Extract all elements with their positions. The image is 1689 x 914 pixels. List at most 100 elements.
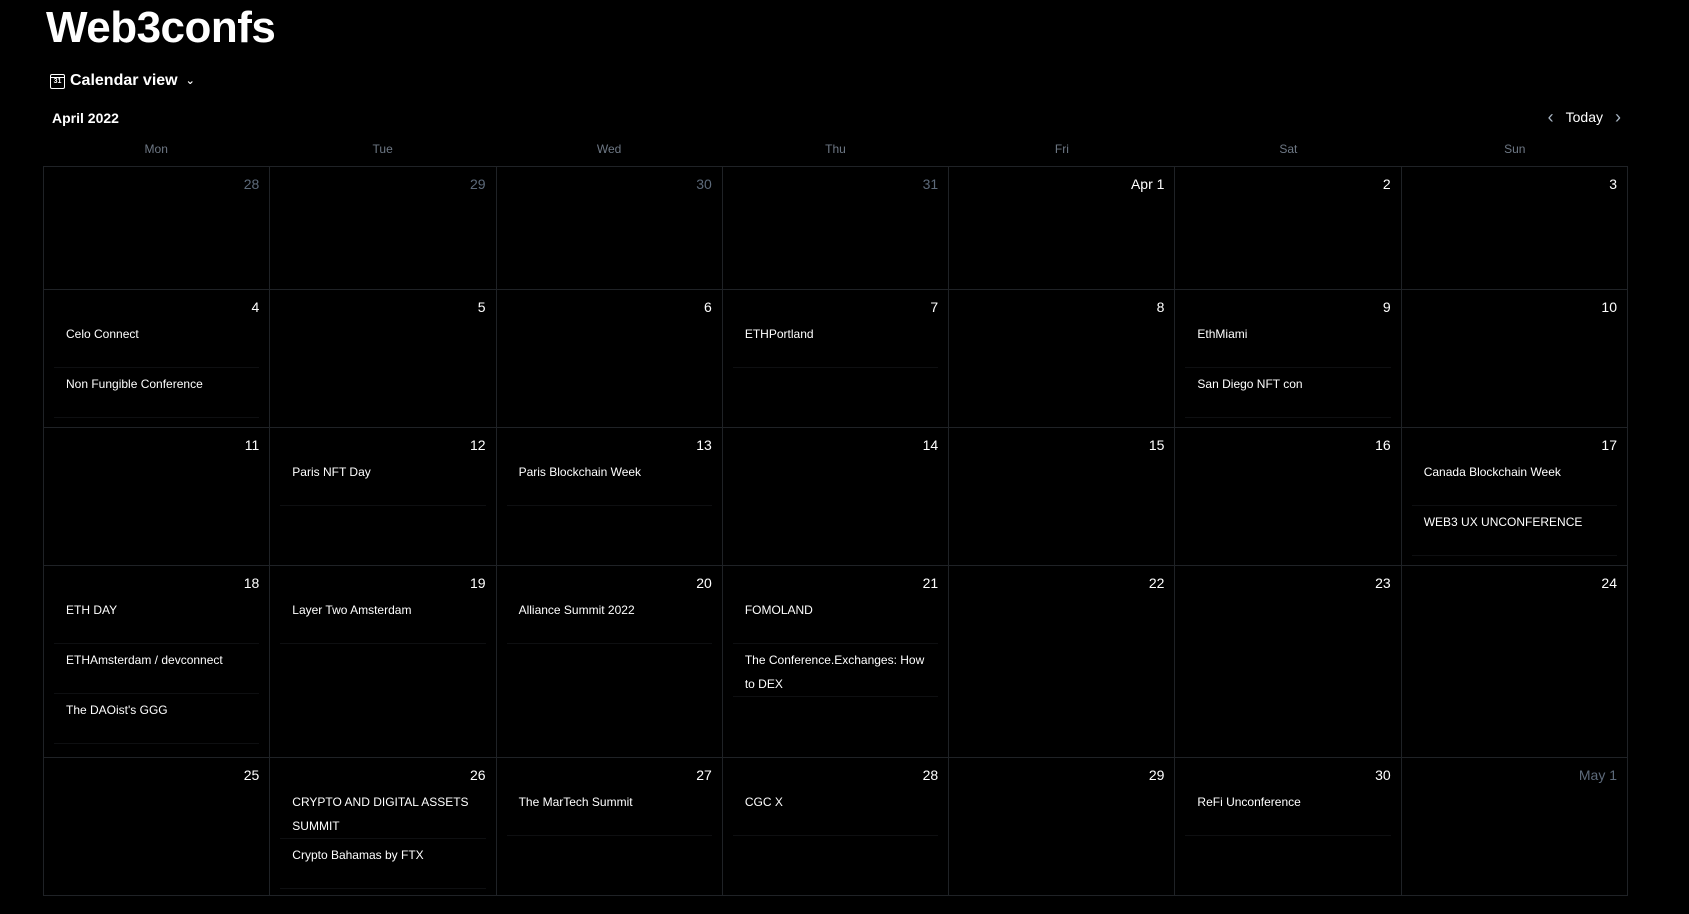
day-number: 21 xyxy=(922,575,939,591)
day-number: 12 xyxy=(469,437,486,453)
day-cell[interactable]: 6 xyxy=(496,290,723,428)
event-item[interactable]: FOMOLAND xyxy=(732,594,939,644)
chevron-right-icon[interactable]: › xyxy=(1615,108,1621,126)
day-cell[interactable]: 19 Layer Two Amsterdam xyxy=(270,566,497,758)
day-cell[interactable]: 31 xyxy=(722,167,950,290)
day-cell[interactable]: 21 FOMOLAND The Conference.Exchanges: How … xyxy=(722,566,950,758)
day-cell[interactable]: 10 xyxy=(1401,290,1628,428)
day-number: 7 xyxy=(930,299,939,315)
day-cell[interactable]: Apr 1 xyxy=(949,167,1176,290)
day-cell[interactable]: 5 xyxy=(270,290,497,428)
weekday-mon: Mon xyxy=(144,142,168,156)
day-cell[interactable]: 3 xyxy=(1401,167,1628,290)
day-number: 6 xyxy=(704,299,712,315)
day-cell[interactable]: 9 EthMiami San Diego NFT con xyxy=(1175,290,1402,428)
page-title: Web3confs xyxy=(46,3,276,52)
today-button[interactable]: Today xyxy=(1566,109,1603,125)
day-number: 30 xyxy=(1375,767,1391,783)
day-cell[interactable]: 14 xyxy=(722,428,950,566)
event-item[interactable]: ReFi Unconference xyxy=(1185,786,1391,836)
event-list: FOMOLAND The Conference.Exchanges: How to… xyxy=(732,594,939,697)
day-cell[interactable]: 25 xyxy=(44,758,271,896)
day-number: 28 xyxy=(243,176,260,192)
day-cell[interactable]: 28 CGC X xyxy=(722,758,950,896)
day-number: 29 xyxy=(469,176,486,192)
event-item[interactable]: ETHAmsterdam / devconnect xyxy=(54,644,260,694)
day-number: 20 xyxy=(696,575,712,591)
day-number: 18 xyxy=(243,575,260,591)
day-cell[interactable]: 13 Paris Blockchain Week xyxy=(496,428,723,566)
event-item[interactable]: The Conference.Exchanges: How to DEX xyxy=(732,644,939,697)
chevron-left-icon[interactable]: ‹ xyxy=(1548,108,1554,126)
day-number: 31 xyxy=(922,176,939,192)
day-number: 26 xyxy=(469,767,486,783)
day-number: 9 xyxy=(1382,299,1391,315)
day-number: 13 xyxy=(696,437,712,453)
event-item[interactable]: Non Fungible Conference xyxy=(54,368,260,418)
day-number: 11 xyxy=(244,437,260,453)
event-item[interactable]: The DAOist's GGG xyxy=(54,694,260,744)
day-cell[interactable]: 23 xyxy=(1175,566,1402,758)
day-cell[interactable]: 26 CRYPTO AND DIGITAL ASSETS SUMMIT Crypto… xyxy=(270,758,497,896)
weekday-sat: Sat xyxy=(1279,142,1298,156)
day-cell[interactable]: 28 xyxy=(44,167,271,290)
day-number: 22 xyxy=(1148,575,1165,591)
day-number: 15 xyxy=(1148,437,1165,453)
day-cell[interactable]: 2 xyxy=(1175,167,1402,290)
calendar-page: Web3confs 31 Calendar view ⌄ April 2022 … xyxy=(0,0,1689,914)
day-cell[interactable]: 12 Paris NFT Day xyxy=(270,428,497,566)
event-item[interactable]: CRYPTO AND DIGITAL ASSETS SUMMIT xyxy=(280,786,486,839)
event-list: Canada Blockchain Week WEB3 UX UNCONFEREN… xyxy=(1411,456,1617,556)
day-number: 27 xyxy=(696,767,712,783)
event-list: Celo Connect Non Fungible Conference xyxy=(54,318,260,418)
day-cell[interactable]: 29 xyxy=(949,758,1176,896)
day-cell[interactable]: 29 xyxy=(270,167,497,290)
event-list: EthMiami San Diego NFT con xyxy=(1185,318,1391,418)
chevron-down-icon: ⌄ xyxy=(185,74,195,87)
day-number: 17 xyxy=(1601,437,1617,453)
day-number: May 1 xyxy=(1578,767,1617,783)
day-cell[interactable]: 18 ETH DAY ETHAmsterdam / devconnect The DA… xyxy=(44,566,271,758)
day-cell[interactable]: 15 xyxy=(949,428,1176,566)
day-cell[interactable]: 30 xyxy=(496,167,723,290)
day-number: 30 xyxy=(696,176,712,192)
weekday-fri: Fri xyxy=(1054,142,1069,156)
day-cell[interactable]: 22 xyxy=(949,566,1176,758)
event-item[interactable]: CGC X xyxy=(732,786,939,836)
event-item[interactable]: San Diego NFT con xyxy=(1185,368,1391,418)
event-item[interactable]: Layer Two Amsterdam xyxy=(280,594,486,644)
day-cell[interactable]: 17 Canada Blockchain Week WEB3 UX UNCONFER… xyxy=(1401,428,1628,566)
event-list: CGC X xyxy=(732,786,939,836)
day-cell[interactable]: 20 Alliance Summit 2022 xyxy=(496,566,723,758)
calendar-grid: 28 29 30 31 Apr 1 2 3 4 Celo Connect Non Fungible… xyxy=(43,166,1628,896)
day-number: 8 xyxy=(1156,299,1165,315)
event-item[interactable]: Alliance Summit 2022 xyxy=(506,594,712,644)
event-item[interactable]: Paris Blockchain Week xyxy=(506,456,712,506)
event-item[interactable]: Crypto Bahamas by FTX xyxy=(280,839,486,889)
day-cell[interactable]: 30 ReFi Unconference xyxy=(1175,758,1402,896)
day-cell[interactable]: 11 xyxy=(44,428,271,566)
calendar-view-dropdown[interactable]: 31 Calendar view ⌄ xyxy=(50,72,195,90)
day-number: 19 xyxy=(469,575,486,591)
day-cell[interactable]: 16 xyxy=(1175,428,1402,566)
weekday-sun: Sun xyxy=(1504,142,1526,156)
day-number: 14 xyxy=(922,437,939,453)
day-cell[interactable]: 4 Celo Connect Non Fungible Conference xyxy=(44,290,271,428)
event-item[interactable]: EthMiami xyxy=(1185,318,1391,368)
day-cell[interactable]: 27 The MarTech Summit xyxy=(496,758,723,896)
event-list: Alliance Summit 2022 xyxy=(506,594,712,644)
event-item[interactable]: ETH DAY xyxy=(54,594,260,644)
event-item[interactable]: Celo Connect xyxy=(54,318,260,368)
weekday-header-row: Mon Tue Wed Thu Fri Sat Sun xyxy=(43,142,1628,156)
day-cell[interactable]: 8 xyxy=(949,290,1176,428)
event-item[interactable]: ETHPortland xyxy=(732,318,939,368)
day-cell[interactable]: 7 ETHPortland xyxy=(722,290,950,428)
event-item[interactable]: Canada Blockchain Week xyxy=(1411,456,1617,506)
day-cell[interactable]: May 1 xyxy=(1401,758,1628,896)
event-list: Paris NFT Day xyxy=(280,456,486,506)
event-item[interactable]: Paris NFT Day xyxy=(280,456,486,506)
event-item[interactable]: WEB3 UX UNCONFERENCE xyxy=(1411,506,1617,556)
day-cell[interactable]: 24 xyxy=(1401,566,1628,758)
event-list: Layer Two Amsterdam xyxy=(280,594,486,644)
event-item[interactable]: The MarTech Summit xyxy=(506,786,712,836)
